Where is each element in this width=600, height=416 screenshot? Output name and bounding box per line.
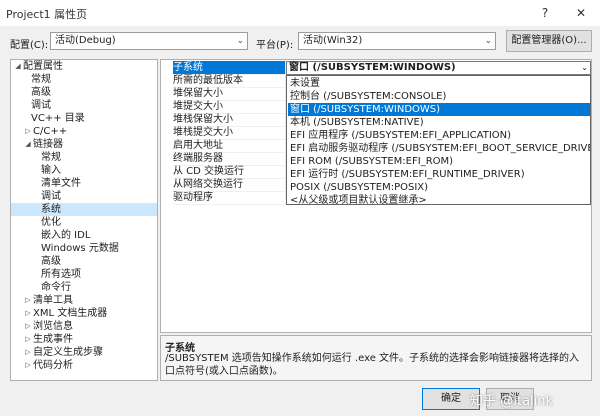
config-manager-button[interactable]: 配置管理器(O)... [506, 30, 592, 52]
tree-item-linker-optimization[interactable]: 优化 [41, 216, 61, 229]
tree-item-linker-general[interactable]: 常规 [41, 151, 61, 164]
collapsed-arrow-icon[interactable]: ▷ [23, 346, 33, 359]
prop-subsystem[interactable]: 子系统 [173, 61, 285, 75]
subsystem-dropdown-list: 未设置 控制台 (/SUBSYSTEM:CONSOLE) 窗口 (/SUBSYS… [286, 75, 591, 205]
platform-select[interactable]: 活动(Win32) ⌄ [298, 32, 496, 50]
option-efi-rom[interactable]: EFI ROM (/SUBSYSTEM:EFI_ROM) [288, 155, 590, 168]
description-text: /SUBSYSTEM 选项告知操作系统如何运行 .exe 文件。子系统的选择会影… [165, 353, 580, 377]
tree-item-linker-debugging[interactable]: 调试 [41, 190, 61, 203]
chevron-down-icon: ⌄ [236, 36, 244, 46]
config-value: 活动(Debug) [55, 35, 116, 46]
platform-value: 活动(Win32) [303, 35, 363, 46]
tree-item-general[interactable]: 常规 [31, 73, 51, 86]
tree-item-linker-input[interactable]: 输入 [41, 164, 61, 177]
tree-item-debugging[interactable]: 调试 [31, 99, 51, 112]
option-inherit[interactable]: <从父级或项目默认设置继承> [288, 194, 590, 204]
tree-item-advanced[interactable]: 高级 [31, 86, 51, 99]
option-efi-application[interactable]: EFI 应用程序 (/SUBSYSTEM:EFI_APPLICATION) [288, 129, 590, 142]
subsystem-value-select[interactable]: 窗口 (/SUBSYSTEM:WINDOWS) ⌄ [286, 61, 591, 75]
title-bar: Project1 属性页 ? ✕ [0, 0, 600, 26]
prop-heap-reserve[interactable]: 堆保留大小 [173, 87, 285, 101]
tree-item-linker-all-options[interactable]: 所有选项 [41, 268, 81, 281]
prop-swap-network[interactable]: 从网络交换运行 [173, 178, 285, 192]
tree-item-linker-manifest[interactable]: 清单文件 [41, 177, 81, 190]
chevron-down-icon: ⌄ [484, 36, 492, 46]
option-efi-runtime-driver[interactable]: EFI 运行时 (/SUBSYSTEM:EFI_RUNTIME_DRIVER) [288, 168, 590, 181]
config-label: 配置(C): [10, 40, 49, 51]
prop-swap-cd[interactable]: 从 CD 交换运行 [173, 165, 285, 179]
prop-heap-commit[interactable]: 堆提交大小 [173, 100, 285, 114]
collapsed-arrow-icon[interactable]: ▷ [23, 294, 33, 307]
close-button[interactable]: ✕ [572, 4, 590, 22]
subsystem-value: 窗口 (/SUBSYSTEM:WINDOWS) [289, 62, 456, 73]
config-toolbar: 配置(C): 活动(Debug) ⌄ 平台(P): 活动(Win32) ⌄ 配置… [0, 26, 600, 58]
prop-large-address[interactable]: 启用大地址 [173, 139, 285, 153]
tree-item-linker-command-line[interactable]: 命令行 [41, 281, 71, 294]
expanded-arrow-icon[interactable]: ◢ [13, 60, 23, 73]
config-select[interactable]: 活动(Debug) ⌄ [50, 32, 248, 50]
property-tree: ◢ 配置属性 常规 高级 调试 VC++ 目录 ▷ C/C++ ◢ 链接器 常规… [10, 59, 158, 381]
description-panel: 子系统 /SUBSYSTEM 选项告知操作系统如何运行 .exe 文件。子系统的… [160, 335, 592, 381]
option-console[interactable]: 控制台 (/SUBSYSTEM:CONSOLE) [288, 90, 590, 103]
help-button[interactable]: ? [536, 4, 554, 22]
prop-stack-commit[interactable]: 堆栈提交大小 [173, 126, 285, 140]
option-native[interactable]: 本机 (/SUBSYSTEM:NATIVE) [288, 116, 590, 129]
option-efi-boot-service-driver[interactable]: EFI 启动服务驱动程序 (/SUBSYSTEM:EFI_BOOT_SERVIC… [288, 142, 590, 155]
collapsed-arrow-icon[interactable]: ▷ [23, 333, 33, 346]
option-windows[interactable]: 窗口 (/SUBSYSTEM:WINDOWS) [288, 103, 590, 116]
window-title: Project1 属性页 [6, 8, 88, 21]
tree-item-linker-advanced[interactable]: 高级 [41, 255, 61, 268]
option-not-set[interactable]: 未设置 [288, 77, 590, 90]
platform-label: 平台(P): [256, 40, 294, 51]
prop-terminal-server[interactable]: 终端服务器 [173, 152, 285, 166]
property-grid: 子系统 所需的最低版本 堆保留大小 堆提交大小 堆栈保留大小 堆栈提交大小 启用… [160, 59, 592, 333]
prop-driver[interactable]: 驱动程序 [173, 191, 285, 205]
collapsed-arrow-icon[interactable]: ▷ [23, 307, 33, 320]
tree-item-vc-directories[interactable]: VC++ 目录 [31, 112, 85, 125]
collapsed-arrow-icon[interactable]: ▷ [23, 359, 33, 372]
collapsed-arrow-icon[interactable]: ▷ [23, 125, 33, 138]
collapsed-arrow-icon[interactable]: ▷ [23, 320, 33, 333]
prop-stack-reserve[interactable]: 堆栈保留大小 [173, 113, 285, 127]
expanded-arrow-icon[interactable]: ◢ [23, 138, 33, 151]
tree-item-linker-system[interactable]: 系统 [11, 203, 157, 216]
chevron-down-icon[interactable]: ⌄ [581, 62, 588, 74]
tree-item-linker-windows-metadata[interactable]: Windows 元数据 [41, 242, 119, 255]
option-posix[interactable]: POSIX (/SUBSYSTEM:POSIX) [288, 181, 590, 194]
prop-min-version[interactable]: 所需的最低版本 [173, 74, 285, 88]
watermark: 知乎 @Italink [470, 394, 554, 409]
tree-item-linker-embedded-idl[interactable]: 嵌入的 IDL [41, 229, 90, 242]
